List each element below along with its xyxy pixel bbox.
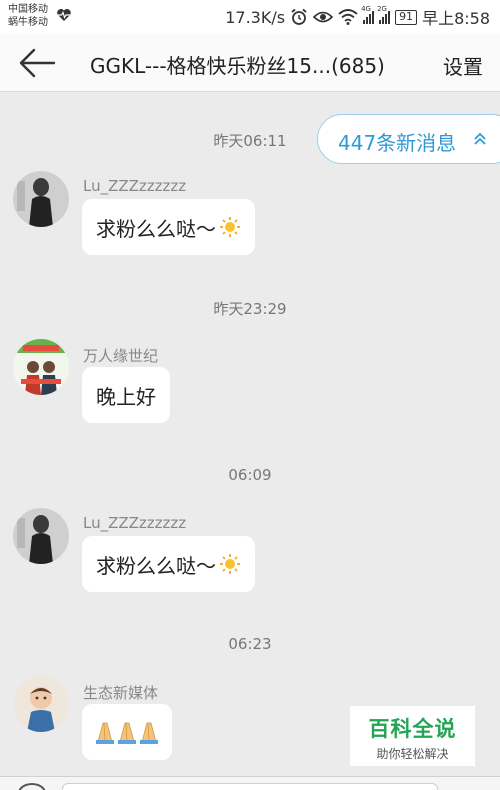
alarm-icon bbox=[291, 8, 307, 25]
message-text: 晚上好 bbox=[96, 384, 156, 409]
sender-name: 生态新媒体 bbox=[83, 684, 159, 702]
heart-rate-icon bbox=[57, 9, 71, 21]
sun-emoji-icon bbox=[220, 554, 240, 574]
chat-header: GGKL---格格快乐粉丝15...(685) 设置 bbox=[0, 34, 500, 92]
message-text: 求粉么么哒～ bbox=[96, 216, 216, 241]
message-bubble[interactable]: 求粉么么哒～ bbox=[82, 199, 255, 255]
clock-time: 早上8:58 bbox=[422, 9, 490, 28]
avatar-photo-icon bbox=[13, 171, 69, 227]
voice-icon[interactable] bbox=[18, 783, 46, 790]
avatar-photo-icon bbox=[13, 508, 69, 564]
sun-emoji-icon bbox=[220, 217, 240, 237]
avatar[interactable] bbox=[13, 508, 69, 564]
timestamp: 昨天23:29 bbox=[213, 300, 287, 318]
avatar-photo-icon bbox=[13, 676, 69, 732]
network-speed: 17.3K/s bbox=[225, 7, 286, 27]
chat-title: GGKL---格格快乐粉丝15...(685) bbox=[90, 54, 385, 78]
avatar[interactable] bbox=[13, 171, 69, 227]
sender-name: 万人缘世纪 bbox=[83, 347, 159, 365]
sender-name: Lu_ZZZzzzzzz bbox=[83, 514, 187, 532]
battery-icon: 91 bbox=[395, 9, 418, 25]
timestamp: 昨天06:11 bbox=[213, 132, 287, 150]
watermark-subtitle: 助你轻松解决 bbox=[376, 747, 449, 761]
message-text: 求粉么么哒～ bbox=[96, 553, 216, 578]
message-bubble[interactable] bbox=[82, 704, 172, 760]
praying-hands-emoji-icon bbox=[96, 722, 158, 744]
settings-button[interactable]: 设置 bbox=[443, 51, 483, 80]
avatar[interactable] bbox=[13, 676, 69, 732]
signal-2g-icon: 2G bbox=[377, 5, 391, 24]
network-4g-label: 4G bbox=[361, 5, 371, 13]
sender-name: Lu_ZZZzzzzzz bbox=[83, 177, 187, 195]
message-bubble[interactable]: 晚上好 bbox=[82, 367, 170, 423]
network-2g-label: 2G bbox=[377, 5, 387, 13]
status-right: 17.3K/s 4G 2G 91 早上8:58 bbox=[225, 5, 490, 28]
carrier-1: 中国移动 bbox=[8, 4, 48, 15]
input-bar bbox=[0, 776, 500, 790]
timestamp: 06:23 bbox=[228, 635, 272, 653]
back-arrow-icon[interactable] bbox=[18, 48, 56, 78]
carrier-2: 蜗牛移动 bbox=[8, 17, 48, 28]
message-bubble[interactable]: 求粉么么哒～ bbox=[82, 536, 255, 592]
message-input[interactable] bbox=[62, 783, 438, 790]
timestamp: 06:09 bbox=[228, 466, 272, 484]
watermark-logo: 百科全说 助你轻松解决 bbox=[350, 706, 475, 766]
watermark-title: 百科全说 bbox=[368, 717, 457, 741]
signal-4g-icon: 4G bbox=[361, 5, 375, 24]
carrier-info: 中国移动 蜗牛移动 bbox=[8, 3, 48, 29]
eye-icon bbox=[313, 11, 334, 23]
avatar[interactable] bbox=[13, 339, 69, 395]
avatar-photo-icon bbox=[13, 339, 69, 395]
wifi-icon bbox=[338, 9, 358, 25]
status-bar: 中国移动 蜗牛移动 17.3K/s 4G 2G 91 早上8:58 bbox=[0, 0, 500, 34]
